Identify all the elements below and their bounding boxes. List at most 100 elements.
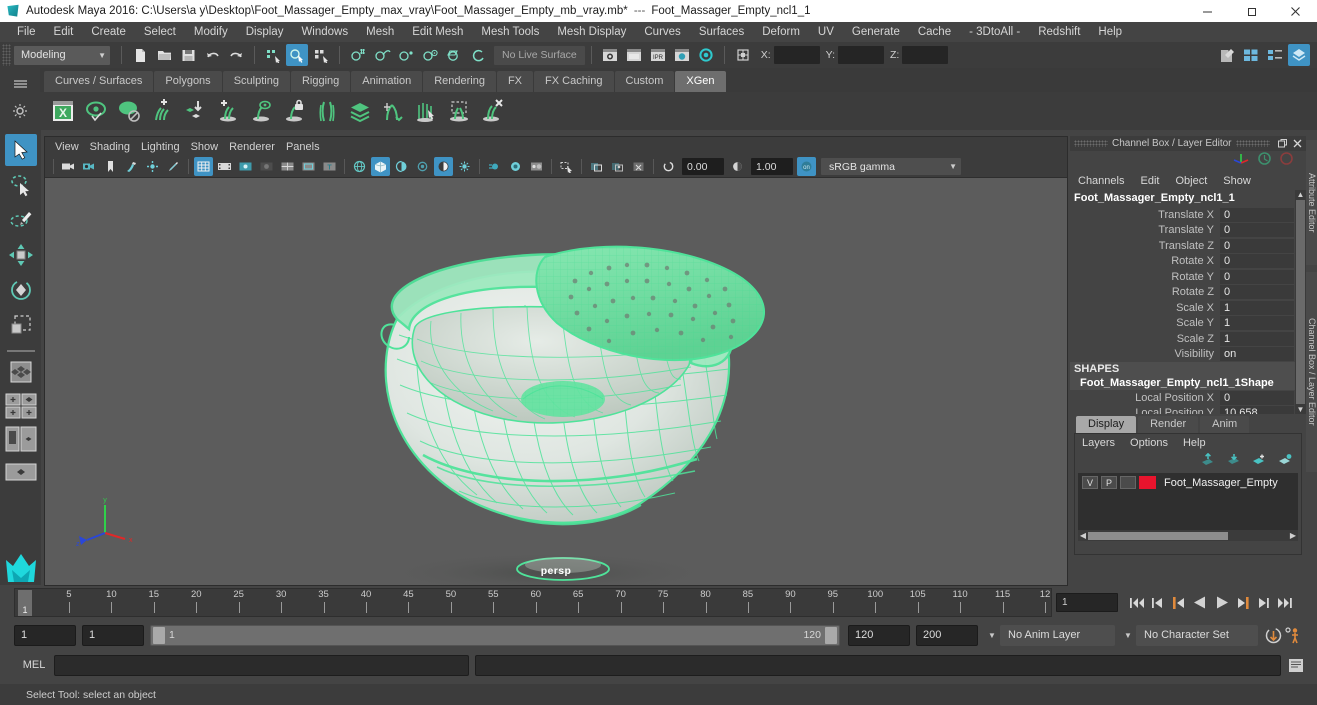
layer-menu-help[interactable]: Help xyxy=(1183,437,1206,449)
exposure-icon[interactable] xyxy=(659,157,678,176)
xray-active-components-icon[interactable] xyxy=(629,157,648,176)
layer-row[interactable]: V P Foot_Massager_Empty xyxy=(1078,473,1298,490)
channel-box-keyable-icon[interactable] xyxy=(1257,151,1272,171)
xgen-area-select-icon[interactable] xyxy=(444,96,474,126)
channel-row[interactable]: Rotate X 0 xyxy=(1070,254,1306,270)
shelf-tab-rigging[interactable]: Rigging xyxy=(290,71,351,92)
undo-icon[interactable] xyxy=(201,44,223,66)
play-forwards-icon[interactable] xyxy=(1211,593,1231,613)
channel-value[interactable]: on xyxy=(1220,347,1294,362)
coord-y-input[interactable] xyxy=(837,46,884,64)
screen-space-ao-icon[interactable] xyxy=(455,157,474,176)
safe-action-icon[interactable] xyxy=(299,157,318,176)
play-backwards-icon[interactable] xyxy=(1190,593,1210,613)
toolbar-grip[interactable] xyxy=(2,44,11,66)
close-button[interactable] xyxy=(1273,0,1317,22)
scale-tool-icon[interactable] xyxy=(5,309,37,341)
snap-to-point-icon[interactable] xyxy=(395,44,417,66)
move-tool-icon[interactable] xyxy=(5,239,37,271)
multi-sample-icon[interactable] xyxy=(506,157,525,176)
xray-icon[interactable] xyxy=(587,157,606,176)
layer-list[interactable]: V P Foot_Massager_Empty xyxy=(1078,473,1298,530)
menu-modify[interactable]: Modify xyxy=(185,24,237,40)
menu-help[interactable]: Help xyxy=(1089,24,1131,40)
four-view-layout-icon[interactable] xyxy=(4,424,38,454)
grid-toggle-icon[interactable] xyxy=(194,157,213,176)
menu-windows[interactable]: Windows xyxy=(292,24,357,40)
command-language-label[interactable]: MEL xyxy=(14,659,54,671)
command-input[interactable] xyxy=(54,654,469,676)
layer-playback-toggle[interactable]: P xyxy=(1101,476,1117,489)
select-camera-icon[interactable] xyxy=(59,157,78,176)
coord-z-input[interactable] xyxy=(902,46,949,64)
layer-name[interactable]: Foot_Massager_Empty xyxy=(1164,477,1278,489)
xgen-preview-icon[interactable] xyxy=(81,96,111,126)
menu-file[interactable]: File xyxy=(8,24,45,40)
maya-logo-icon[interactable] xyxy=(4,552,38,582)
channel-value[interactable]: 1 xyxy=(1220,331,1294,346)
menu-mesh-tools[interactable]: Mesh Tools xyxy=(472,24,548,40)
paint-select-tool-icon[interactable] xyxy=(5,204,37,236)
channel-box-shape-name[interactable]: Foot_Massager_Empty_ncl1_1Shape xyxy=(1070,376,1306,390)
attribute-editor-toggle-icon[interactable] xyxy=(1240,44,1262,66)
channel-row[interactable]: Scale Z 1 xyxy=(1070,331,1306,347)
xgen-add-description-icon[interactable] xyxy=(147,96,177,126)
channel-box-menu-object[interactable]: Object xyxy=(1175,175,1207,187)
shaded-wireframe-icon[interactable] xyxy=(392,157,411,176)
exposure-value[interactable]: 0.00 xyxy=(682,158,724,175)
viewport-menu-shading[interactable]: Shading xyxy=(90,141,141,153)
panel-grip[interactable] xyxy=(1235,140,1270,147)
use-all-lights-icon[interactable] xyxy=(413,157,432,176)
motion-blur-icon[interactable] xyxy=(485,157,504,176)
range-slider-bar[interactable]: 1 120 xyxy=(150,624,840,646)
sidebar-tab-channel-box[interactable]: Channel Box / Layer Editor xyxy=(1306,272,1317,472)
grease-pencil-icon[interactable] xyxy=(164,157,183,176)
image-plane-icon[interactable] xyxy=(122,157,141,176)
close-icon[interactable] xyxy=(1291,137,1304,150)
xgen-mirror-guides-icon[interactable] xyxy=(312,96,342,126)
channel-value[interactable]: 0 xyxy=(1220,269,1294,284)
undock-icon[interactable] xyxy=(1276,137,1289,150)
hypershade-icon[interactable] xyxy=(695,44,717,66)
shelf-tab-animation[interactable]: Animation xyxy=(351,71,423,92)
film-gate-icon[interactable] xyxy=(215,157,234,176)
menu-generate[interactable]: Generate xyxy=(843,24,909,40)
sidebar-toggle-icon[interactable] xyxy=(1216,44,1238,66)
channel-box-breakdown-icon[interactable] xyxy=(1279,151,1294,171)
move-layer-down-icon[interactable] xyxy=(1226,453,1241,471)
lock-camera-icon[interactable] xyxy=(80,157,99,176)
xgen-import-collection-icon[interactable] xyxy=(180,96,210,126)
move-layer-up-icon[interactable] xyxy=(1200,452,1215,471)
menu-select[interactable]: Select xyxy=(135,24,185,40)
redo-icon[interactable] xyxy=(225,44,247,66)
channel-value[interactable]: 0 xyxy=(1220,390,1294,405)
shelf-tab-xgen[interactable]: XGen xyxy=(675,71,726,92)
layer-tab-display[interactable]: Display xyxy=(1076,416,1137,433)
field-chart-icon[interactable] xyxy=(278,157,297,176)
single-perspective-view-icon[interactable] xyxy=(4,391,38,421)
gate-mask-icon[interactable] xyxy=(257,157,276,176)
shelf-tab-fx[interactable]: FX xyxy=(496,71,534,92)
current-frame-field[interactable]: 1 xyxy=(1056,593,1118,612)
live-surface-field[interactable]: No Live Surface xyxy=(494,45,585,65)
menu-set-selector[interactable]: Modeling ▼ xyxy=(14,45,110,65)
time-slider-cursor[interactable]: 1 xyxy=(18,590,32,616)
anim-layer-selector[interactable]: No Anim Layer xyxy=(1000,624,1115,646)
step-back-keyframe-icon[interactable] xyxy=(1148,593,1168,613)
step-forward-frame-icon[interactable] xyxy=(1232,593,1252,613)
animation-end-time-field[interactable]: 200 xyxy=(916,624,978,646)
viewport-menu-show[interactable]: Show xyxy=(191,141,230,153)
layer-color-swatch[interactable] xyxy=(1139,476,1156,489)
xgen-delete-guide-icon[interactable] xyxy=(477,96,507,126)
viewport-3d-canvas[interactable]: y x z persp xyxy=(45,178,1067,585)
command-output[interactable] xyxy=(475,654,1281,676)
channel-row[interactable]: Rotate Z 0 xyxy=(1070,285,1306,301)
viewport-menu-panels[interactable]: Panels xyxy=(286,141,331,153)
channel-row[interactable]: Scale X 1 xyxy=(1070,300,1306,316)
layer-menu-layers[interactable]: Layers xyxy=(1082,437,1115,449)
new-layer-icon[interactable] xyxy=(1252,453,1267,471)
menu-redshift[interactable]: Redshift xyxy=(1029,24,1089,40)
menu-mesh[interactable]: Mesh xyxy=(357,24,403,40)
tool-settings-toggle-icon[interactable] xyxy=(1264,44,1286,66)
shelf-tab-menu-icon[interactable] xyxy=(13,75,28,93)
